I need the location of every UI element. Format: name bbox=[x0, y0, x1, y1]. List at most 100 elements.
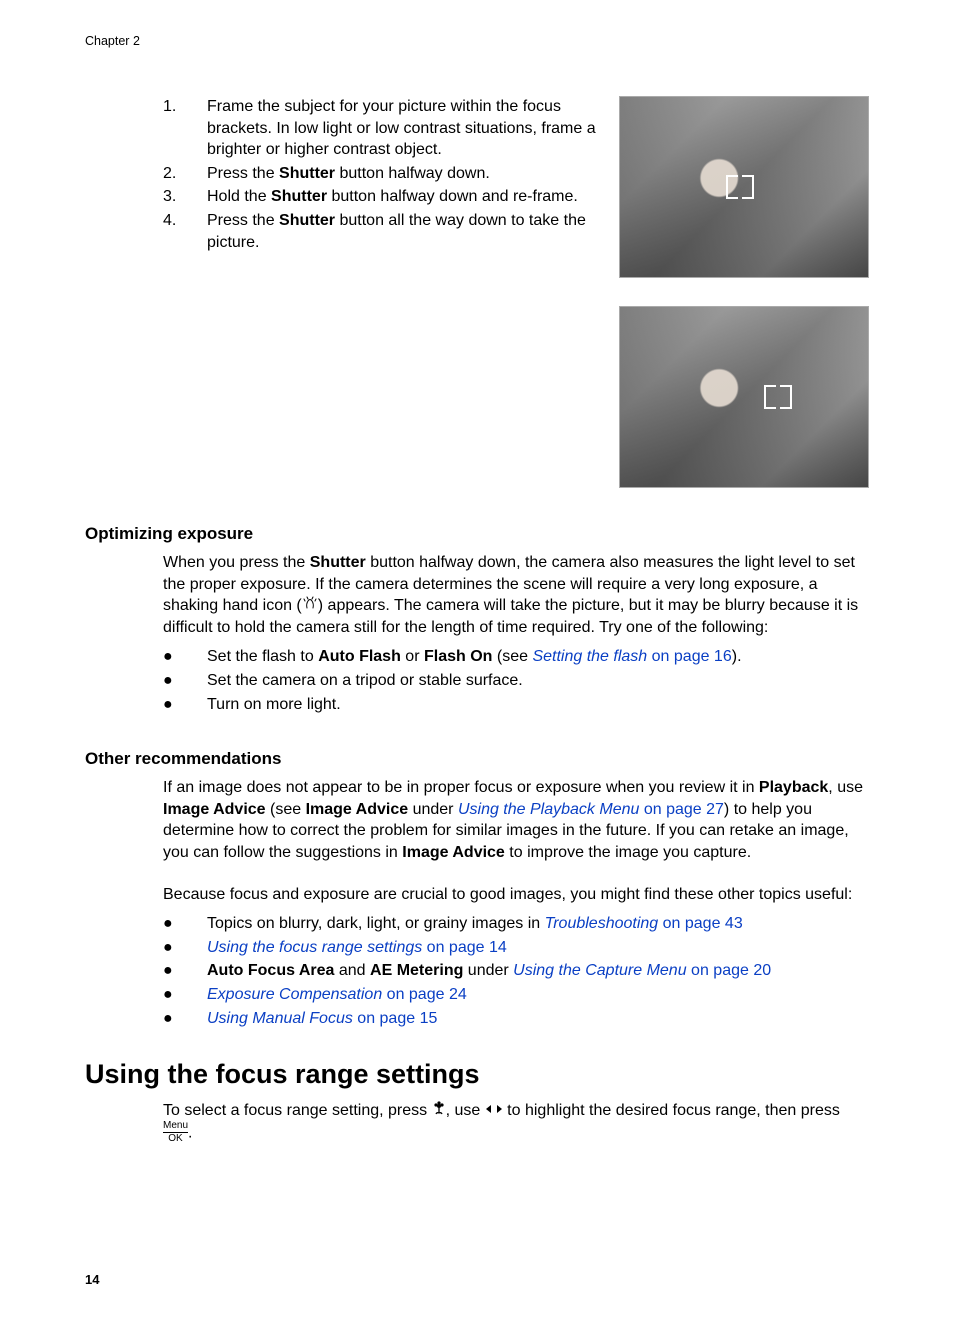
text-fragment: Press the bbox=[207, 165, 279, 182]
list-text: Using Manual Focus on page 15 bbox=[207, 1008, 869, 1030]
bullet-icon: ● bbox=[163, 913, 207, 935]
text-fragment: Set the flash to bbox=[207, 648, 318, 665]
focus-bracket-icon bbox=[764, 385, 792, 409]
example-photo-offset-bracket bbox=[619, 306, 869, 488]
step-3: 3. Hold the Shutter button halfway down … bbox=[163, 186, 609, 208]
text-fragment: , use bbox=[446, 1102, 485, 1119]
list-item: ● Set the camera on a tripod or stable s… bbox=[163, 670, 869, 692]
text-fragment: (see bbox=[266, 801, 306, 818]
step-text: Frame the subject for your picture withi… bbox=[207, 96, 609, 161]
link-troubleshooting[interactable]: Troubleshooting bbox=[545, 915, 659, 932]
step-4: 4. Press the Shutter button all the way … bbox=[163, 210, 609, 253]
text-fragment: Topics on blurry, dark, light, or grainy… bbox=[207, 915, 545, 932]
example-photo-centered-bracket bbox=[619, 96, 869, 278]
step-number: 3. bbox=[163, 186, 207, 208]
step-number: 2. bbox=[163, 163, 207, 185]
text-fragment: to highlight the desired focus range, th… bbox=[503, 1102, 840, 1119]
list-item: ● Using the focus range settings on page… bbox=[163, 937, 869, 959]
link-setting-the-flash[interactable]: Setting the flash bbox=[532, 648, 647, 665]
bold-term: Shutter bbox=[310, 554, 366, 571]
other-body: If an image does not appear to be in pro… bbox=[85, 777, 869, 1029]
link-focus-range-settings[interactable]: Using the focus range settings bbox=[207, 939, 422, 956]
bullet-icon: ● bbox=[163, 646, 207, 668]
list-item: ● Using Manual Focus on page 15 bbox=[163, 1008, 869, 1030]
list-item: ● Set the flash to Auto Flash or Flash O… bbox=[163, 646, 869, 668]
other-paragraph-2: Because focus and exposure are crucial t… bbox=[163, 884, 869, 906]
bullet-icon: ● bbox=[163, 670, 207, 692]
step-number: 1. bbox=[163, 96, 207, 118]
text-fragment: . bbox=[188, 1124, 192, 1141]
list-item: ● Exposure Compensation on page 24 bbox=[163, 984, 869, 1006]
bold-term: Image Advice bbox=[306, 801, 409, 818]
heading-optimizing-exposure: Optimizing exposure bbox=[85, 524, 869, 544]
text-fragment: to improve the image you capture. bbox=[505, 844, 751, 861]
bold-term: Shutter bbox=[271, 188, 327, 205]
list-item: ● Topics on blurry, dark, light, or grai… bbox=[163, 913, 869, 935]
chapter-label: Chapter 2 bbox=[85, 34, 869, 48]
list-item: ● Turn on more light. bbox=[163, 694, 869, 716]
heading-other-recommendations: Other recommendations bbox=[85, 749, 869, 769]
menu-label: Menu bbox=[163, 1121, 188, 1133]
link-using-playback-menu[interactable]: Using the Playback Menu bbox=[458, 801, 639, 818]
bold-term: AE Metering bbox=[370, 962, 463, 979]
link-using-capture-menu[interactable]: Using the Capture Menu bbox=[513, 962, 686, 979]
page: Chapter 2 1. Frame the subject for your … bbox=[0, 0, 954, 1321]
bold-term: Playback bbox=[759, 779, 828, 796]
focus-bracket-icon bbox=[726, 175, 754, 199]
text-fragment: Hold the bbox=[207, 188, 271, 205]
bold-term: Auto Flash bbox=[318, 648, 401, 665]
text-fragment: button halfway down. bbox=[335, 165, 490, 182]
text-fragment: To select a focus range setting, press bbox=[163, 1102, 432, 1119]
link-exposure-compensation[interactable]: Exposure Compensation bbox=[207, 986, 382, 1003]
text-fragment: or bbox=[401, 648, 424, 665]
text-fragment: under bbox=[408, 801, 458, 818]
link-using-manual-focus-tail[interactable]: on page 15 bbox=[353, 1010, 438, 1027]
optimizing-paragraph: When you press the Shutter button halfwa… bbox=[163, 552, 869, 638]
step-text: Hold the Shutter button halfway down and… bbox=[207, 186, 609, 208]
text-fragment: ). bbox=[732, 648, 742, 665]
side-images bbox=[619, 96, 869, 516]
text-fragment: If an image does not appear to be in pro… bbox=[163, 779, 759, 796]
list-text: Turn on more light. bbox=[207, 694, 869, 716]
heading-using-focus-range-settings: Using the focus range settings bbox=[85, 1059, 869, 1090]
bullet-icon: ● bbox=[163, 694, 207, 716]
optimizing-bullets: ● Set the flash to Auto Flash or Flash O… bbox=[163, 646, 869, 715]
text-fragment: , use bbox=[828, 779, 863, 796]
page-number: 14 bbox=[85, 1272, 99, 1287]
list-text: Using the focus range settings on page 1… bbox=[207, 937, 869, 959]
flower-macro-icon bbox=[432, 1100, 446, 1122]
bold-term: Auto Focus Area bbox=[207, 962, 334, 979]
bullet-icon: ● bbox=[163, 937, 207, 959]
bullet-icon: ● bbox=[163, 960, 207, 982]
numbered-steps: 1. Frame the subject for your picture wi… bbox=[85, 96, 609, 255]
focus-range-paragraph: To select a focus range setting, press ,… bbox=[163, 1100, 869, 1145]
step-number: 4. bbox=[163, 210, 207, 232]
bullet-icon: ● bbox=[163, 1008, 207, 1030]
other-bullets: ● Topics on blurry, dark, light, or grai… bbox=[163, 913, 869, 1029]
focus-range-body: To select a focus range setting, press ,… bbox=[85, 1100, 869, 1145]
link-using-playback-menu-tail[interactable]: on page 27 bbox=[639, 801, 724, 818]
link-focus-range-settings-tail[interactable]: on page 14 bbox=[422, 939, 507, 956]
link-setting-the-flash-tail[interactable]: on page 16 bbox=[647, 648, 732, 665]
top-block: 1. Frame the subject for your picture wi… bbox=[85, 96, 869, 516]
ok-label: OK bbox=[163, 1133, 188, 1144]
bold-term: Flash On bbox=[424, 648, 492, 665]
step-text: Press the Shutter button halfway down. bbox=[207, 163, 609, 185]
step-text: Press the Shutter button all the way dow… bbox=[207, 210, 609, 253]
left-right-arrows-icon bbox=[485, 1100, 503, 1122]
list-text: Set the flash to Auto Flash or Flash On … bbox=[207, 646, 869, 668]
text-fragment: When you press the bbox=[163, 554, 310, 571]
bold-term: Shutter bbox=[279, 165, 335, 182]
list-text: Topics on blurry, dark, light, or grainy… bbox=[207, 913, 869, 935]
list-text: Exposure Compensation on page 24 bbox=[207, 984, 869, 1006]
link-troubleshooting-tail[interactable]: on page 43 bbox=[658, 915, 743, 932]
text-fragment: under bbox=[463, 962, 513, 979]
text-fragment: button halfway down and re-frame. bbox=[327, 188, 578, 205]
link-using-manual-focus[interactable]: Using Manual Focus bbox=[207, 1010, 353, 1027]
list-text: Auto Focus Area and AE Metering under Us… bbox=[207, 960, 869, 982]
link-using-capture-menu-tail[interactable]: on page 20 bbox=[687, 962, 772, 979]
link-exposure-compensation-tail[interactable]: on page 24 bbox=[382, 986, 467, 1003]
bold-term: Image Advice bbox=[402, 844, 505, 861]
text-fragment: and bbox=[334, 962, 370, 979]
list-text: Set the camera on a tripod or stable sur… bbox=[207, 670, 869, 692]
